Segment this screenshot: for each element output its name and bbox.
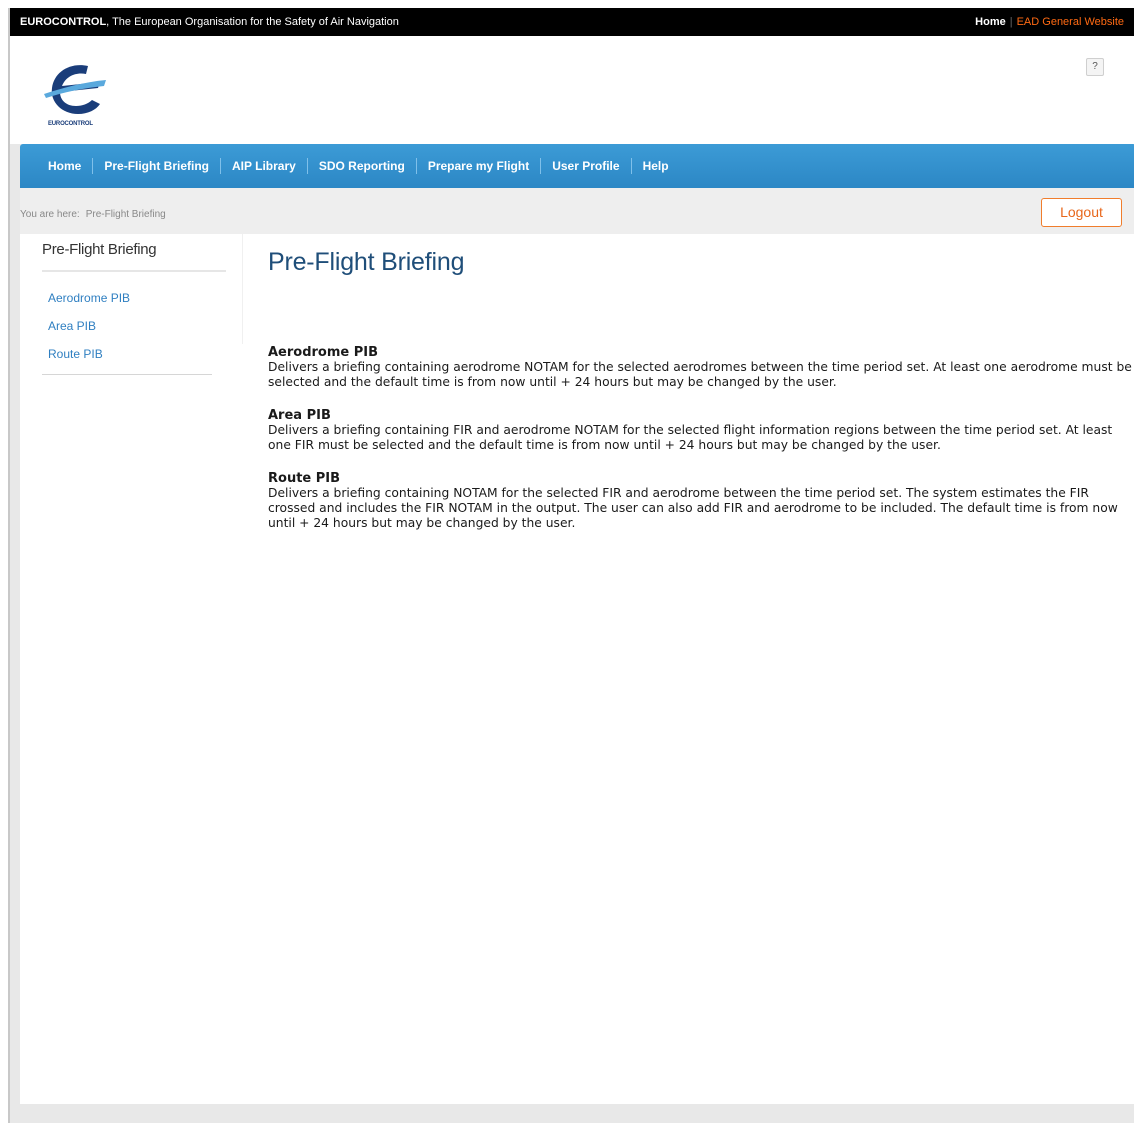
top-links: Home | EAD General Website xyxy=(975,16,1124,28)
section-route-pib: Route PIB Delivers a briefing containing… xyxy=(268,471,1134,531)
sidebar-item-aerodrome-pib[interactable]: Aerodrome PIB xyxy=(48,284,212,312)
section-text: Delivers a briefing containing NOTAM for… xyxy=(268,486,1118,530)
section-area-pib: Area PIB Delivers a briefing containing … xyxy=(268,408,1134,453)
sidebar-menu: Aerodrome PIB Area PIB Route PIB xyxy=(42,272,212,375)
breadcrumb: You are here: Pre-Flight Briefing xyxy=(20,209,166,220)
sidebar-item-route-pib[interactable]: Route PIB xyxy=(48,340,212,368)
help-button[interactable]: ? xyxy=(1086,58,1104,76)
nav-item-sdo-reporting[interactable]: SDO Reporting xyxy=(306,158,416,174)
sidebar-title: Pre-Flight Briefing xyxy=(42,234,226,272)
top-bar: EUROCONTROL, The European Organisation f… xyxy=(10,8,1134,36)
top-link-separator: | xyxy=(1009,16,1013,28)
breadcrumb-prefix: You are here: xyxy=(20,209,80,220)
logo-text: EUROCONTROL xyxy=(48,121,93,127)
page-frame: EUROCONTROL, The European Organisation f… xyxy=(8,8,1134,1123)
section-heading: Route PIB xyxy=(268,471,341,486)
nav-item-prepare-my-flight[interactable]: Prepare my Flight xyxy=(415,158,540,174)
header: EUROCONTROL xyxy=(10,36,1134,144)
nav-item-pre-flight-briefing[interactable]: Pre-Flight Briefing xyxy=(92,158,220,174)
main-nav: Home Pre-Flight Briefing AIP Library SDO… xyxy=(20,144,1134,188)
main-panel: Pre-Flight Briefing Aerodrome PIB Delive… xyxy=(268,248,1134,549)
pib-descriptions: Aerodrome PIB Delivers a briefing contai… xyxy=(268,345,1134,531)
nav-item-aip-library[interactable]: AIP Library xyxy=(220,158,307,174)
eurocontrol-logo-icon[interactable] xyxy=(40,58,110,130)
ead-website-link[interactable]: EAD General Website xyxy=(1017,16,1124,28)
section-text: Delivers a briefing containing FIR and a… xyxy=(268,423,1113,452)
content-area: Pre-Flight Briefing Aerodrome PIB Area P… xyxy=(20,234,1134,1104)
section-text: Delivers a briefing containing aerodrome… xyxy=(268,360,1132,389)
section-heading: Aerodrome PIB xyxy=(268,345,379,360)
org-tagline: , The European Organisation for the Safe… xyxy=(106,16,399,28)
breadcrumb-current: Pre-Flight Briefing xyxy=(85,209,166,220)
sidebar-item-area-pib[interactable]: Area PIB xyxy=(48,312,212,340)
breadcrumb-bar: You are here: Pre-Flight Briefing Logout xyxy=(20,188,1134,234)
org-name: EUROCONTROL xyxy=(20,16,107,28)
logout-button[interactable]: Logout xyxy=(1041,198,1122,227)
section-aerodrome-pib: Aerodrome PIB Delivers a briefing contai… xyxy=(268,345,1134,390)
top-home-link[interactable]: Home xyxy=(975,16,1006,28)
org-banner: EUROCONTROL, The European Organisation f… xyxy=(20,16,399,28)
section-heading: Area PIB xyxy=(268,408,331,423)
nav-item-user-profile[interactable]: User Profile xyxy=(540,158,630,174)
page-title: Pre-Flight Briefing xyxy=(268,248,465,276)
sidebar-divider xyxy=(242,234,243,344)
sidebar: Pre-Flight Briefing Aerodrome PIB Area P… xyxy=(42,234,226,375)
nav-item-home[interactable]: Home xyxy=(37,158,92,174)
bottom-strip xyxy=(10,1104,1134,1123)
nav-item-help[interactable]: Help xyxy=(630,158,680,174)
